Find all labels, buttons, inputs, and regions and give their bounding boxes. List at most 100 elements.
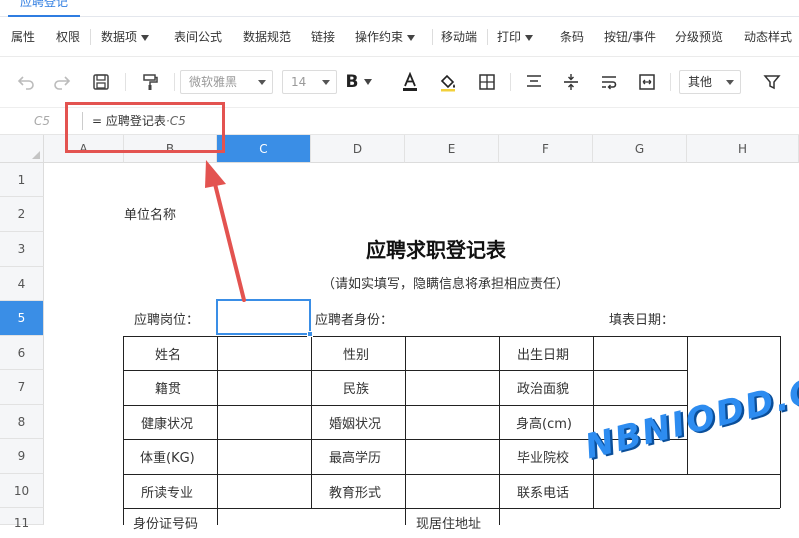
more-select[interactable]: 其他 [679,70,741,94]
menu-barcode[interactable]: 条码 [560,17,584,57]
menu-data-items[interactable]: 数据项 [101,17,150,57]
fill-handle[interactable] [307,331,313,337]
menu-bar: 属性 权限 数据项 表间公式 数据规范 链接 操作约束 移动端 打印 条码 按钮… [0,17,799,57]
row-header-2[interactable]: 2 [0,197,44,232]
table-cell-label: 婚姻状况 [329,417,382,432]
align-top-button[interactable] [522,70,546,94]
merge-cells-button[interactable] [635,70,659,94]
menu-links[interactable]: 链接 [311,17,335,57]
chevron-down-icon [322,80,330,85]
filter-icon [763,75,781,90]
font-family-value: 微软雅黑 [189,75,238,89]
column-header-c[interactable]: C [217,135,311,163]
table-cell-label: 籍贯 [155,382,182,397]
menu-level-preview[interactable]: 分级预览 [675,17,723,57]
column-header-d[interactable]: D [311,135,405,163]
font-size-select[interactable]: 14 [282,70,337,94]
table-cell-label: 政治面貌 [517,382,570,397]
row-header-5[interactable]: 5 [0,301,44,336]
menu-permissions[interactable]: 权限 [56,17,80,57]
menu-inter-table-formula[interactable]: 表间公式 [174,17,222,57]
row-header-9[interactable]: 9 [0,439,44,474]
table-border [593,336,594,508]
annotation-highlight-box [65,102,225,153]
more-select-label: 其他 [688,75,713,89]
column-header-f[interactable]: F [499,135,593,163]
tab-strip: 应聘登记 [0,0,799,17]
font-color-button[interactable] [398,70,422,94]
row-header-10[interactable]: 10 [0,474,44,508]
bold-button[interactable]: B [345,70,373,94]
toolbar-separator [174,73,175,91]
row-header-8[interactable]: 8 [0,405,44,439]
chevron-down-icon [407,34,416,41]
table-border [311,336,312,508]
menu-print-label: 打印 [497,30,522,44]
align-middle-icon [564,74,578,90]
menu-data-items-label: 数据项 [101,30,138,44]
table-cell-label: 最高学历 [329,451,382,466]
merge-cells-icon [639,74,655,90]
table-cell-label: 身高(cm) [516,417,572,432]
row-header-1[interactable]: 1 [0,163,44,197]
menu-print[interactable]: 打印 [497,17,534,57]
form-title: 应聘求职登记表 [366,238,506,262]
border-icon [479,74,495,90]
row-header-6[interactable]: 6 [0,336,44,370]
font-color-icon [403,72,417,91]
column-header-h[interactable]: H [687,135,799,163]
form-subtitle: （请如实填写，隐瞒信息将承担相应责任） [322,277,570,292]
tab-form[interactable]: 应聘登记 [8,0,81,17]
table-border [499,336,500,525]
wrap-text-button[interactable] [597,70,621,94]
toolbar-separator [125,73,126,91]
table-cell-label: 出生日期 [517,348,570,363]
menu-dynamic-style[interactable]: 动态样式 [744,17,792,57]
menu-data-rules[interactable]: 数据规范 [243,17,291,57]
column-header-g[interactable]: G [593,135,687,163]
table-cell-label: 民族 [343,382,370,397]
bold-icon: B [345,72,359,92]
select-all-corner[interactable] [0,135,44,163]
applicant-identity-label: 应聘者身份： [315,313,394,328]
table-cell-label: 教育形式 [329,486,382,501]
align-middle-button[interactable] [559,70,583,94]
column-header-e[interactable]: E [405,135,499,163]
chevron-down-icon [141,34,150,41]
row-header-4[interactable]: 4 [0,267,44,301]
row-header-3[interactable]: 3 [0,232,44,267]
menu-properties[interactable]: 属性 [11,17,35,57]
font-family-select[interactable]: 微软雅黑 [180,70,273,94]
menu-separator [487,29,488,45]
chevron-down-icon [726,80,734,85]
toolbar-separator [670,73,671,91]
table-border [123,336,780,337]
spreadsheet-grid: A B C D E F G H 1 2 3 4 5 6 7 8 9 10 11 … [0,135,799,532]
selected-cell-c5[interactable] [216,299,311,335]
table-border [123,508,780,509]
save-icon[interactable] [89,70,113,94]
undo-icon[interactable] [14,70,38,94]
table-cell-label: 所读专业 [141,486,194,501]
redo-icon[interactable] [50,70,74,94]
menu-buttons-events[interactable]: 按钮/事件 [604,17,656,57]
fill-color-icon [440,74,455,92]
id-number-label: 身份证号码 [133,517,199,532]
filter-button[interactable] [760,70,784,94]
fill-date-label: 填表日期： [609,313,675,328]
align-top-icon [527,75,541,87]
menu-mobile[interactable]: 移动端 [441,17,477,57]
row-header-7[interactable]: 7 [0,370,44,405]
format-painter-icon[interactable] [138,70,162,94]
toolbar: 微软雅黑 14 B 其他 [0,57,799,107]
fill-color-button[interactable] [436,70,460,94]
table-border [123,336,124,525]
menu-operation-constraints[interactable]: 操作约束 [355,17,416,57]
table-cell-label: 健康状况 [141,417,194,432]
chevron-down-icon [525,34,534,41]
table-border [123,474,780,475]
table-border [217,336,218,525]
border-button[interactable] [475,70,499,94]
chevron-down-icon [258,80,266,85]
row-header-11[interactable]: 11 [0,508,44,530]
